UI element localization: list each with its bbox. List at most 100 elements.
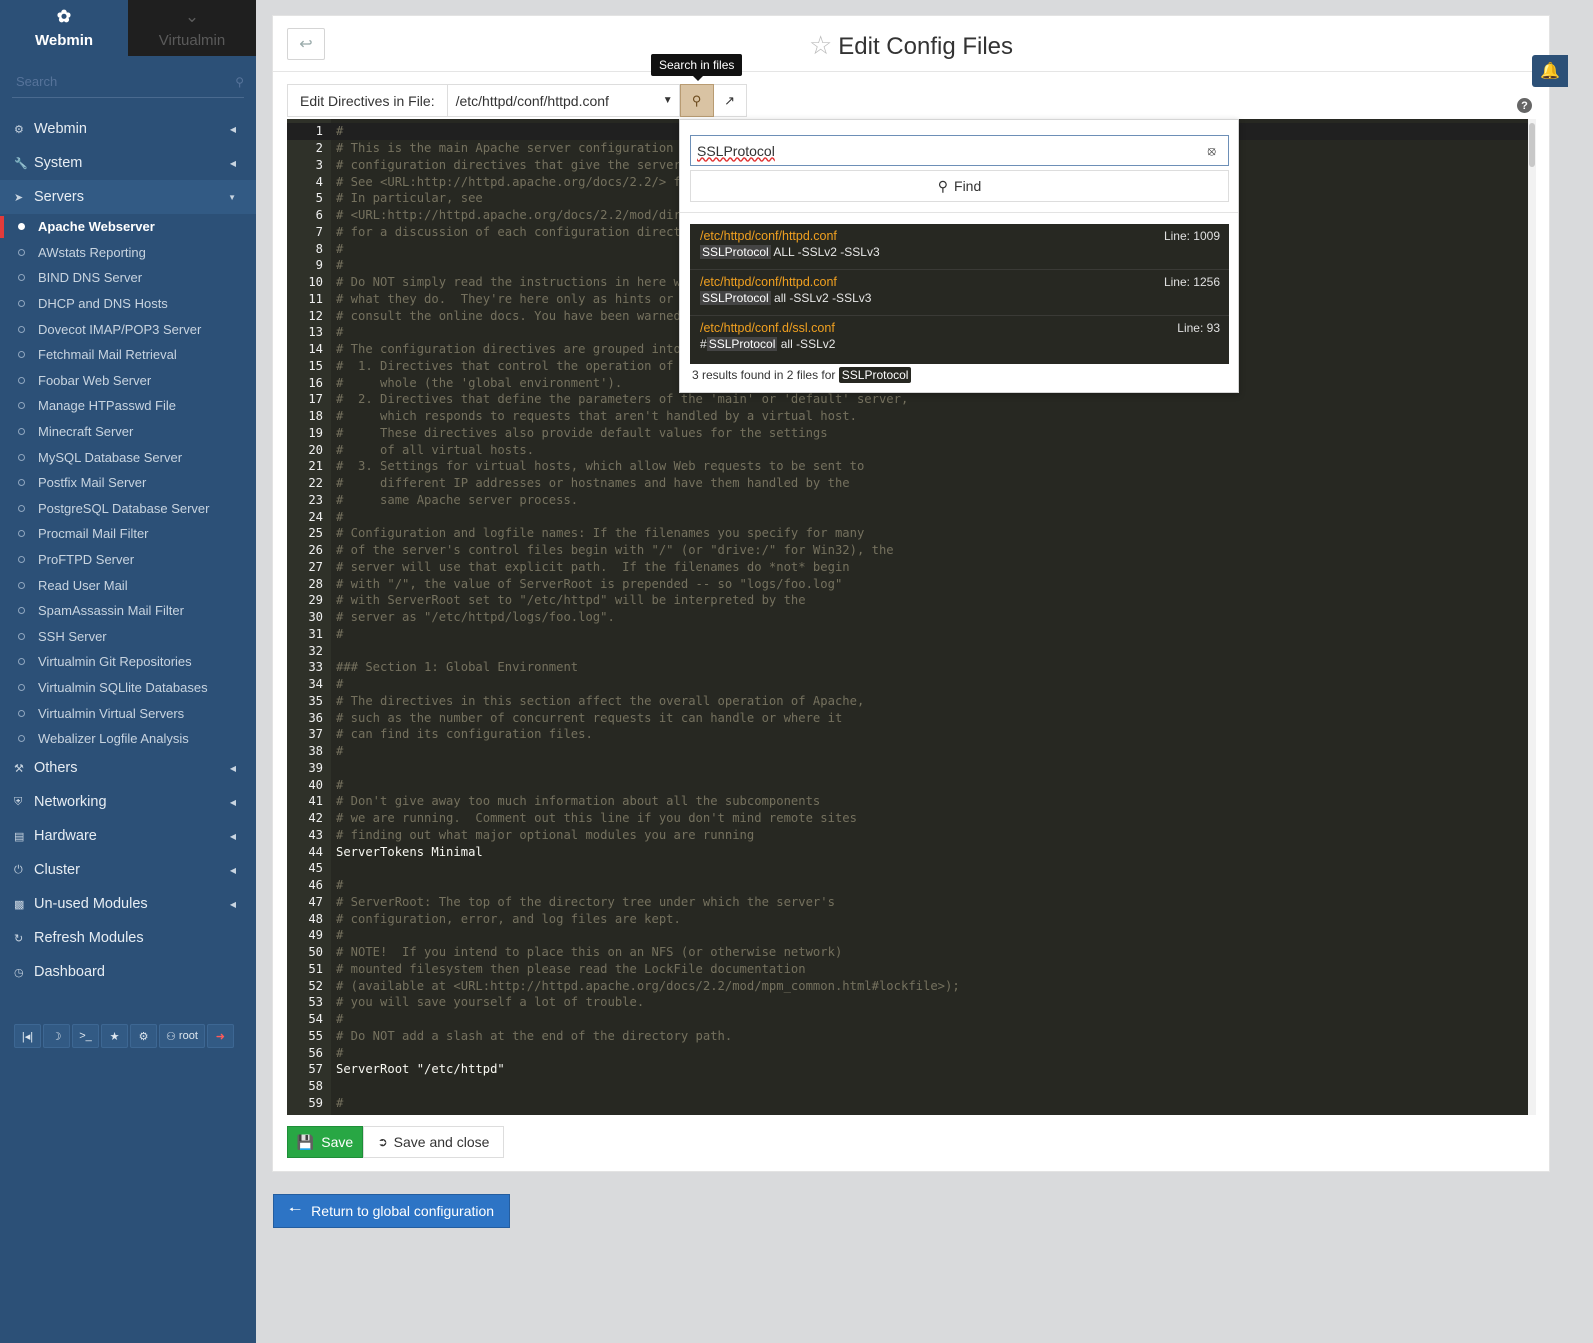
sidebar-item-postgresql[interactable]: PostgreSQL Database Server xyxy=(0,496,256,522)
sidebar-category-system[interactable]: 🔧 System ◀ xyxy=(0,146,256,180)
search-in-files-button[interactable]: ⚲ xyxy=(679,84,714,117)
sidebar-item-ssh[interactable]: SSH Server xyxy=(0,624,256,650)
code-line[interactable]: 59 # xyxy=(287,1095,1528,1112)
sidebar-item-read-user-mail[interactable]: Read User Mail xyxy=(0,572,256,598)
sidebar-item-foobar[interactable]: Foobar Web Server xyxy=(0,368,256,394)
sidebar-item-git[interactable]: Virtualmin Git Repositories xyxy=(0,649,256,675)
code-line[interactable]: 55 # Do NOT add a slash at the end of the… xyxy=(287,1028,1528,1045)
sidebar-item-sqlite[interactable]: Virtualmin SQLlite Databases xyxy=(0,675,256,701)
logout-icon[interactable]: ➜ xyxy=(206,1024,234,1048)
virtualmin-tab[interactable]: ⌄ Virtualmin xyxy=(128,0,256,56)
collapse-sidebar-icon[interactable]: |◂| xyxy=(14,1024,41,1048)
terminal-icon[interactable]: >_ xyxy=(72,1024,99,1048)
favorites-star-icon[interactable]: ★ xyxy=(101,1024,128,1048)
code-line[interactable]: 23 # same Apache server process. xyxy=(287,492,1528,509)
sidebar-item-postfix[interactable]: Postfix Mail Server xyxy=(0,470,256,496)
code-line[interactable]: 51 # mounted filesystem then please read … xyxy=(287,961,1528,978)
open-file-button[interactable]: ↗ xyxy=(713,84,747,117)
code-line[interactable]: 50 # NOTE! If you intend to place this on… xyxy=(287,944,1528,961)
code-line[interactable]: 39 xyxy=(287,760,1528,777)
scrollbar-thumb[interactable] xyxy=(1529,123,1535,167)
notifications-bell-icon[interactable]: 🔔 xyxy=(1532,55,1568,87)
clear-search-icon[interactable]: ⦻ xyxy=(1207,143,1216,159)
code-line[interactable]: 18 # which responds to requests that aren… xyxy=(287,408,1528,425)
code-line[interactable]: 44 ServerTokens Minimal xyxy=(287,843,1528,860)
return-to-global-config-button[interactable]: 🠐 Return to global configuration xyxy=(273,1194,510,1228)
sidebar-item-virtual-servers[interactable]: Virtualmin Virtual Servers xyxy=(0,700,256,726)
code-line[interactable]: 22 # different IP addresses or hostnames … xyxy=(287,475,1528,492)
code-line[interactable]: 45 xyxy=(287,860,1528,877)
webmin-tab[interactable]: ✿ Webmin xyxy=(0,0,128,56)
user-button[interactable]: ⚇ root xyxy=(159,1024,205,1048)
sidebar-search-input[interactable]: Search ⚲ xyxy=(12,66,244,98)
sidebar-item-fetchmail[interactable]: Fetchmail Mail Retrieval xyxy=(0,342,256,368)
file-select[interactable]: /etc/httpd/conf/httpd.conf ▼ xyxy=(447,84,680,117)
code-line[interactable]: 17 # 2. Directives that define the parame… xyxy=(287,391,1528,408)
sidebar-category-cluster[interactable]: ⏻ Cluster ◀ xyxy=(0,853,256,887)
code-line[interactable]: 33 ### Section 1: Global Environment xyxy=(287,659,1528,676)
favorite-star-icon[interactable]: ☆ xyxy=(809,30,832,60)
code-line[interactable]: 37 # can find its configuration files. xyxy=(287,726,1528,743)
sidebar-item-dhcp-dns[interactable]: DHCP and DNS Hosts xyxy=(0,291,256,317)
code-line[interactable]: 36 # such as the number of concurrent req… xyxy=(287,709,1528,726)
sidebar-item-minecraft[interactable]: Minecraft Server xyxy=(0,419,256,445)
sidebar-item-bind-dns[interactable]: BIND DNS Server xyxy=(0,265,256,291)
sidebar-category-networking[interactable]: ⛨ Networking ◀ xyxy=(0,785,256,819)
code-line[interactable]: 25 # Configuration and logfile names: If … xyxy=(287,525,1528,542)
search-result-item[interactable]: /etc/httpd/conf/httpd.conf Line: 1009 SS… xyxy=(690,224,1229,270)
search-result-item[interactable]: /etc/httpd/conf/httpd.conf Line: 1256 SS… xyxy=(690,270,1229,316)
code-line[interactable]: 58 xyxy=(287,1078,1528,1095)
sidebar-item-awstats[interactable]: AWstats Reporting xyxy=(0,240,256,266)
code-line[interactable]: 20 # of all virtual hosts. xyxy=(287,441,1528,458)
help-icon[interactable]: ? xyxy=(1517,98,1532,113)
code-line[interactable]: 41 # Don't give away too much information… xyxy=(287,793,1528,810)
sidebar-category-servers[interactable]: ➤ Servers ▼ xyxy=(0,180,256,214)
code-line[interactable]: 57 ServerRoot "/etc/httpd" xyxy=(287,1061,1528,1078)
code-line[interactable]: 35 # The directives in this section affec… xyxy=(287,693,1528,710)
sidebar-dashboard[interactable]: ◷ Dashboard xyxy=(0,955,256,989)
search-query-input[interactable]: SSLProtocol ⦻ xyxy=(690,135,1229,166)
code-line[interactable]: 42 # we are running. Comment out this lin… xyxy=(287,810,1528,827)
code-line[interactable]: 47 # ServerRoot: The top of the directory… xyxy=(287,894,1528,911)
find-button[interactable]: ⚲ Find xyxy=(690,170,1229,202)
sidebar-category-hardware[interactable]: ▤ Hardware ◀ xyxy=(0,819,256,853)
code-line[interactable]: 34 # xyxy=(287,676,1528,693)
sidebar-item-mysql[interactable]: MySQL Database Server xyxy=(0,444,256,470)
sidebar-item-proftpd[interactable]: ProFTPD Server xyxy=(0,547,256,573)
sidebar-category-webmin[interactable]: ⚙ Webmin ◀ xyxy=(0,112,256,146)
code-line[interactable]: 43 # finding out what major optional modu… xyxy=(287,827,1528,844)
code-line[interactable]: 30 # server as "/etc/httpd/logs/foo.log". xyxy=(287,609,1528,626)
code-line[interactable]: 32 xyxy=(287,642,1528,659)
code-line[interactable]: 49 # xyxy=(287,927,1528,944)
code-line[interactable]: 40 # xyxy=(287,776,1528,793)
sidebar-item-htpasswd[interactable]: Manage HTPasswd File xyxy=(0,393,256,419)
save-button[interactable]: 💾 Save xyxy=(287,1126,363,1158)
editor-scrollbar[interactable] xyxy=(1528,119,1536,1115)
code-line[interactable]: 24 # xyxy=(287,508,1528,525)
sidebar-item-apache-webserver[interactable]: Apache Webserver xyxy=(0,214,256,240)
code-line[interactable]: 21 # 3. Settings for virtual hosts, which… xyxy=(287,458,1528,475)
code-line[interactable]: 26 # of the server's control files begin … xyxy=(287,542,1528,559)
code-line[interactable]: 31 # xyxy=(287,626,1528,643)
sidebar-item-webalizer[interactable]: Webalizer Logfile Analysis xyxy=(0,726,256,752)
code-line[interactable]: 38 # xyxy=(287,743,1528,760)
sidebar-refresh-modules[interactable]: ↻ Refresh Modules xyxy=(0,921,256,955)
sidebar-category-unused-modules[interactable]: ▩ Un-used Modules ◀ xyxy=(0,887,256,921)
code-line[interactable]: 46 # xyxy=(287,877,1528,894)
code-line[interactable]: 27 # server will use that explicit path. … xyxy=(287,559,1528,576)
save-and-close-button[interactable]: ➲ Save and close xyxy=(363,1126,504,1158)
code-line[interactable]: 29 # with ServerRoot set to "/etc/httpd" … xyxy=(287,592,1528,609)
night-mode-icon[interactable]: ☽ xyxy=(43,1024,70,1048)
search-result-item[interactable]: /etc/httpd/conf.d/ssl.conf Line: 93 # SSL… xyxy=(690,316,1229,362)
code-line[interactable]: 53 # you will save yourself a lot of trou… xyxy=(287,994,1528,1011)
code-line[interactable]: 52 # (available at <URL:http://httpd.apac… xyxy=(287,977,1528,994)
sidebar-item-dovecot[interactable]: Dovecot IMAP/POP3 Server xyxy=(0,316,256,342)
theme-settings-icon[interactable]: ⚙ xyxy=(130,1024,157,1048)
code-line[interactable]: 28 # with "/", the value of ServerRoot is… xyxy=(287,575,1528,592)
sidebar-category-others[interactable]: ⚒ Others ◀ xyxy=(0,751,256,785)
code-line[interactable]: 56 # xyxy=(287,1044,1528,1061)
code-line[interactable]: 54 # xyxy=(287,1011,1528,1028)
sidebar-item-spamassassin[interactable]: SpamAssassin Mail Filter xyxy=(0,598,256,624)
sidebar-item-procmail[interactable]: Procmail Mail Filter xyxy=(0,521,256,547)
code-line[interactable]: 19 # These directives also provide defaul… xyxy=(287,425,1528,442)
